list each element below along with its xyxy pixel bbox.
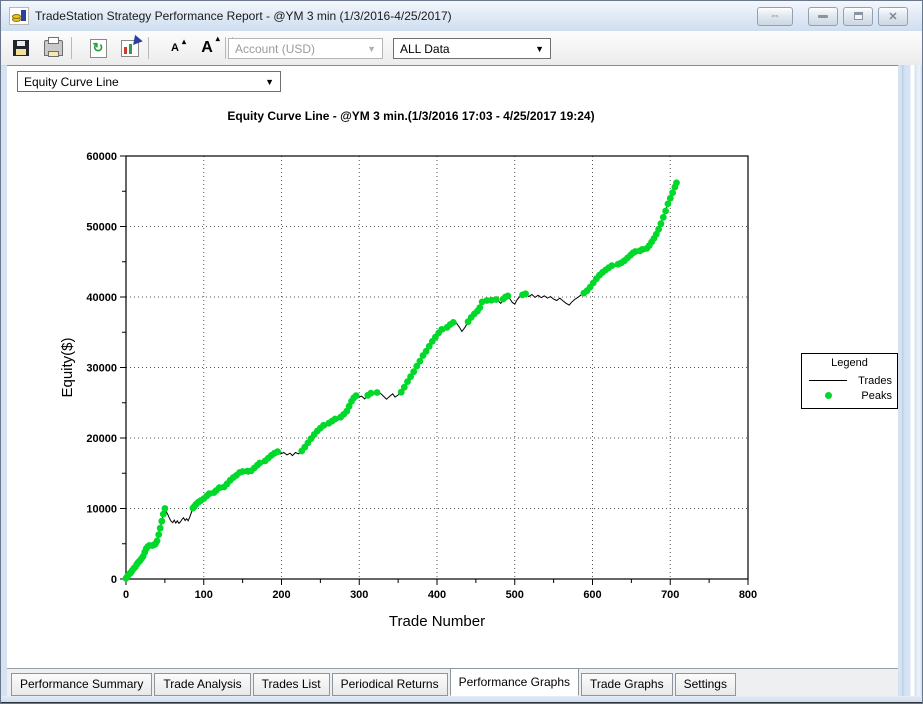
increase-font-icon: A ▴	[201, 34, 220, 56]
tab-periodical-returns[interactable]: Periodical Returns	[331, 673, 448, 696]
toolbar-separator	[225, 37, 226, 59]
svg-text:Trade Number: Trade Number	[389, 613, 485, 630]
account-dropdown-value: Account (USD)	[235, 41, 316, 56]
chart-title: Equity Curve Line - @YM 3 min.(1/3/2016 …	[227, 109, 595, 123]
decrease-font-icon: A ▴	[171, 37, 186, 54]
maximize-button[interactable]	[843, 6, 873, 26]
maximize-icon	[853, 12, 863, 20]
close-icon: ✕	[888, 10, 898, 23]
minimize-button[interactable]	[808, 6, 838, 26]
save-icon	[13, 40, 29, 56]
app-window: TradeStation Strategy Performance Report…	[0, 0, 923, 704]
data-range-dropdown-value: ALL Data	[400, 41, 450, 56]
chart-legend: Legend Trades Peaks	[801, 353, 898, 409]
account-dropdown[interactable]: Account (USD) ▼	[228, 38, 383, 59]
legend-label: Peaks	[861, 389, 892, 402]
app-icon	[9, 7, 29, 25]
title-bar: TradeStation Strategy Performance Report…	[1, 1, 922, 32]
legend-entry-peaks: Peaks	[807, 388, 892, 403]
legend-title: Legend	[831, 357, 868, 369]
tab-performance-summary[interactable]: Performance Summary	[11, 673, 153, 696]
report-tab-strip: Performance Summary Trade Analysis Trade…	[7, 668, 898, 696]
chevron-down-icon: ▼	[535, 43, 544, 54]
legend-label: Trades	[858, 374, 892, 387]
svg-text:0: 0	[123, 589, 129, 601]
graph-type-dropdown-value: Equity Curve Line	[24, 74, 119, 89]
graph-settings-icon	[121, 34, 143, 57]
legend-entry-trades: Trades	[807, 373, 892, 388]
svg-text:30000: 30000	[86, 363, 117, 375]
tab-settings[interactable]: Settings	[674, 673, 736, 696]
svg-text:500: 500	[506, 589, 524, 601]
toolbar-separator	[148, 37, 149, 59]
decrease-font-button[interactable]: A ▴	[163, 36, 187, 60]
equity-curve-chart: 0 100 200 300 400 500 600 700 800 0 10000 20000 3000…	[59, 151, 757, 630]
close-button[interactable]: ✕	[878, 6, 908, 26]
svg-text:10000: 10000	[86, 504, 117, 516]
refresh-icon: ↻	[89, 38, 107, 58]
resize-horizontal-button[interactable]: ⇔	[757, 6, 793, 26]
tab-trade-analysis[interactable]: Trade Analysis	[154, 673, 251, 696]
svg-text:100: 100	[195, 589, 213, 601]
print-button[interactable]	[41, 36, 65, 60]
minimize-icon	[818, 14, 828, 18]
svg-text:200: 200	[272, 589, 290, 601]
svg-text:50000: 50000	[86, 222, 117, 234]
svg-text:700: 700	[661, 589, 679, 601]
svg-text:0: 0	[111, 574, 117, 586]
tab-performance-graphs[interactable]: Performance Graphs	[449, 668, 579, 696]
svg-text:40000: 40000	[86, 292, 117, 304]
graph-settings-button[interactable]	[118, 34, 143, 60]
svg-text:400: 400	[428, 589, 446, 601]
peaks-dot-icon	[824, 392, 832, 399]
bottom-frame	[1, 696, 922, 703]
refresh-button[interactable]: ↻	[86, 36, 110, 60]
right-frame-strip	[902, 65, 922, 703]
svg-text:20000: 20000	[86, 433, 117, 445]
tab-trade-graphs[interactable]: Trade Graphs	[581, 673, 673, 696]
trades-line-icon	[809, 380, 847, 381]
chevron-down-icon: ▼	[265, 76, 274, 87]
tab-trades-list[interactable]: Trades List	[252, 673, 330, 696]
resize-horizontal-icon: ⇔	[769, 10, 781, 22]
toolbar-separator	[71, 37, 72, 59]
save-button[interactable]	[9, 36, 33, 60]
graph-type-dropdown[interactable]: Equity Curve Line ▼	[17, 71, 281, 92]
data-range-dropdown[interactable]: ALL Data ▼	[393, 38, 551, 59]
svg-text:800: 800	[739, 589, 757, 601]
svg-text:600: 600	[583, 589, 601, 601]
chevron-down-icon: ▼	[367, 43, 376, 54]
print-icon	[43, 37, 63, 57]
increase-font-button[interactable]: A ▴	[195, 34, 220, 60]
svg-text:60000: 60000	[86, 151, 117, 163]
window-title: TradeStation Strategy Performance Report…	[35, 9, 452, 23]
svg-text:300: 300	[350, 589, 368, 601]
svg-text:Equity($): Equity($)	[59, 337, 76, 397]
